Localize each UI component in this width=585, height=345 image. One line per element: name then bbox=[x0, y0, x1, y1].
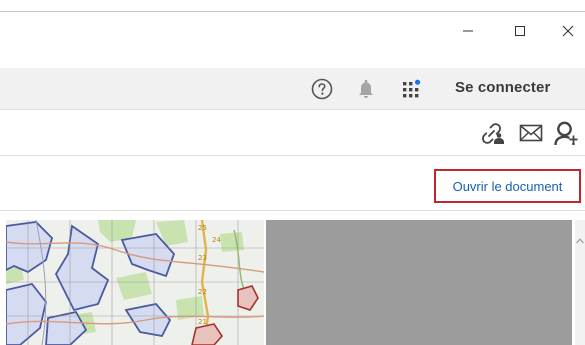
map-grid-label: 25 bbox=[198, 224, 207, 232]
map-grid-label: 22 bbox=[198, 288, 207, 296]
close-icon bbox=[562, 25, 574, 37]
map-grid-label: 24 bbox=[212, 236, 221, 244]
document-bar: Ouvrir le document bbox=[0, 157, 585, 211]
link-icon[interactable] bbox=[478, 120, 506, 146]
maximize-icon bbox=[515, 26, 525, 36]
close-button[interactable] bbox=[545, 12, 585, 50]
apps-badge bbox=[415, 79, 421, 85]
map-image: 25 23 22 21 24 bbox=[6, 220, 264, 345]
bell-icon[interactable] bbox=[355, 77, 377, 101]
add-user-icon[interactable] bbox=[553, 119, 583, 147]
title-bar bbox=[0, 12, 585, 58]
share-toolbar bbox=[0, 110, 585, 156]
map-grid-label: 23 bbox=[198, 254, 207, 262]
open-document-button[interactable]: Ouvrir le document bbox=[434, 169, 581, 203]
signin-button[interactable]: Se connecter bbox=[455, 79, 550, 96]
document-viewer: 25 23 22 21 24 bbox=[0, 212, 585, 345]
map-preview[interactable]: 25 23 22 21 24 bbox=[6, 220, 264, 345]
app-toolbar: Se connecter bbox=[0, 68, 585, 110]
maximize-button[interactable] bbox=[497, 12, 543, 50]
apps-grid-icon[interactable] bbox=[399, 76, 425, 102]
map-grid-label: 21 bbox=[198, 318, 207, 326]
mail-icon[interactable] bbox=[518, 122, 544, 144]
viewer-background bbox=[266, 220, 572, 345]
scroll-up-arrow-icon[interactable] bbox=[575, 236, 585, 246]
minimize-icon bbox=[463, 30, 473, 32]
minimize-button[interactable] bbox=[445, 12, 491, 50]
help-icon[interactable] bbox=[310, 77, 334, 101]
vertical-scrollbar[interactable] bbox=[575, 220, 585, 345]
